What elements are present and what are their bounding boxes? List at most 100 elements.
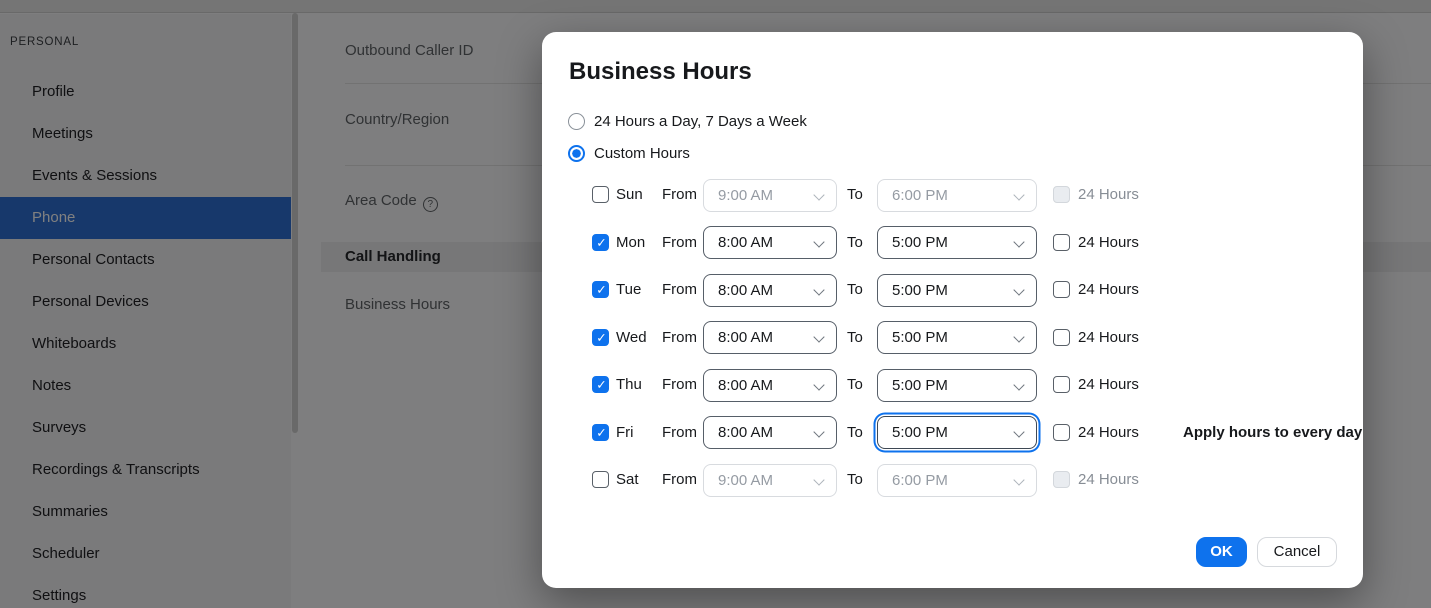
chevron-down-icon [1013, 331, 1024, 342]
wed-24-hours-label: 24 Hours [1078, 321, 1139, 355]
thu-24-hours-label: 24 Hours [1078, 368, 1139, 402]
tue-from-time-select[interactable]: 8:00 AM [703, 274, 837, 307]
apply-hours-to-every-day-link[interactable]: Apply hours to every day [1183, 416, 1362, 450]
mon-24-hours-label: 24 Hours [1078, 226, 1139, 260]
sidebar-item-meetings[interactable]: Meetings [0, 113, 291, 155]
fri-day-label: Fri [616, 416, 634, 450]
sidebar-item-whiteboards[interactable]: Whiteboards [0, 323, 291, 365]
radio-label-24-7[interactable]: 24 Hours a Day, 7 Days a Week [594, 113, 807, 130]
app-root: PERSONAL ProfileMeetingsEvents & Session… [0, 0, 1431, 608]
radio-option-24-7[interactable]: 24 Hours a Day, 7 Days a Week [568, 112, 807, 130]
check-icon: ✓ [595, 424, 609, 441]
mon-24-hours-checkbox[interactable] [1053, 234, 1070, 251]
check-icon: ✓ [595, 281, 609, 298]
chevron-down-icon [813, 284, 824, 295]
sidebar-item-profile[interactable]: Profile [0, 71, 291, 113]
tue-day-label: Tue [616, 273, 641, 307]
from-label: From [662, 226, 697, 260]
tue-day-checkbox[interactable]: ✓ [592, 281, 609, 298]
sun-from-time-select: 9:00 AM [703, 179, 837, 212]
wed-24-hours-checkbox[interactable] [1053, 329, 1070, 346]
sidebar-item-personal-contacts[interactable]: Personal Contacts [0, 239, 291, 281]
area-code-label: Area Code [345, 192, 417, 209]
check-icon: ✓ [595, 234, 609, 251]
thu-day-checkbox[interactable]: ✓ [592, 376, 609, 393]
ok-button[interactable]: OK [1196, 537, 1247, 567]
chevron-down-icon [1013, 426, 1024, 437]
chevron-down-icon [1013, 474, 1024, 485]
sat-day-label: Sat [616, 463, 639, 497]
fri-to-time-select[interactable]: 5:00 PM [877, 416, 1037, 449]
fri-from-time-select[interactable]: 8:00 AM [703, 416, 837, 449]
page-top-bar [0, 0, 1431, 13]
chevron-down-icon [813, 236, 824, 247]
chevron-down-icon [1013, 284, 1024, 295]
mon-day-checkbox[interactable]: ✓ [592, 234, 609, 251]
setting-row-country-region: Country/Region [345, 111, 449, 128]
wed-day-checkbox[interactable]: ✓ [592, 329, 609, 346]
day-row-thu: ✓ Thu From8:00 AM To 5:00 PM 24 Hours [542, 368, 1363, 402]
from-label: From [662, 178, 697, 212]
dialog-title: Business Hours [569, 58, 752, 86]
sun-24-hours-label: 24 Hours [1078, 178, 1139, 212]
to-label: To [847, 463, 863, 497]
from-label: From [662, 416, 697, 450]
mon-from-time-select[interactable]: 8:00 AM [703, 226, 837, 259]
radio-button-custom-hours[interactable] [568, 145, 585, 162]
chevron-down-icon [1013, 189, 1024, 200]
wed-from-time-select[interactable]: 8:00 AM [703, 321, 837, 354]
cancel-button[interactable]: Cancel [1257, 537, 1337, 567]
tue-24-hours-label: 24 Hours [1078, 273, 1139, 307]
to-label: To [847, 368, 863, 402]
sidebar-item-scheduler[interactable]: Scheduler [0, 533, 291, 575]
day-row-mon: ✓MonFrom8:00 AMTo5:00 PM24 Hours [542, 226, 1363, 260]
setting-row-area-code: Area Code? [345, 192, 438, 212]
sidebar-item-notes[interactable]: Notes [0, 365, 291, 407]
chevron-down-icon [813, 331, 824, 342]
to-label: To [847, 273, 863, 307]
sun-day-label: Sun [616, 178, 643, 212]
check-icon: ✓ [595, 376, 609, 393]
fri-24-hours-label: 24 Hours [1078, 416, 1139, 450]
wed-to-time-select[interactable]: 5:00 PM [877, 321, 1037, 354]
day-row-fri: ✓ Fri From8:00 AM To 5:00 PM 24 Hours Apply ho… [542, 416, 1363, 450]
fri-24-hours-checkbox[interactable] [1053, 424, 1070, 441]
from-label: From [662, 463, 697, 497]
sidebar-item-settings[interactable]: Settings [0, 575, 291, 608]
thu-from-time-select[interactable]: 8:00 AM [703, 369, 837, 402]
radio-label-custom-hours[interactable]: Custom Hours [594, 145, 690, 162]
sidebar-item-events-sessions[interactable]: Events & Sessions [0, 155, 291, 197]
radio-button-24-7[interactable] [568, 113, 585, 130]
thu-24-hours-checkbox[interactable] [1053, 376, 1070, 393]
chevron-down-icon [1013, 379, 1024, 390]
chevron-down-icon [813, 379, 824, 390]
thu-to-time-select[interactable]: 5:00 PM [877, 369, 1037, 402]
sidebar-item-surveys[interactable]: Surveys [0, 407, 291, 449]
day-row-tue: ✓ Tue From8:00 AM To 5:00 PM 24 Hours [542, 273, 1363, 307]
sidebar-item-recordings-transcripts[interactable]: Recordings & Transcripts [0, 449, 291, 491]
tue-24-hours-checkbox[interactable] [1053, 281, 1070, 298]
from-label: From [662, 273, 697, 307]
sun-day-checkbox[interactable] [592, 186, 609, 203]
mon-day-label: Mon [616, 226, 645, 260]
sat-day-checkbox[interactable] [592, 471, 609, 488]
chevron-down-icon [813, 474, 824, 485]
mon-to-time-select[interactable]: 5:00 PM [877, 226, 1037, 259]
day-row-sat: SatFrom9:00 AMTo6:00 PM24 Hours [542, 463, 1363, 497]
radio-option-custom-hours[interactable]: Custom Hours [568, 144, 690, 162]
sidebar-item-summaries[interactable]: Summaries [0, 491, 291, 533]
fri-day-checkbox[interactable]: ✓ [592, 424, 609, 441]
tue-to-time-select[interactable]: 5:00 PM [877, 274, 1037, 307]
sat-24-hours-label: 24 Hours [1078, 463, 1139, 497]
sidebar-item-personal-devices[interactable]: Personal Devices [0, 281, 291, 323]
thu-day-label: Thu [616, 368, 642, 402]
sidebar-scrollbar-thumb[interactable] [292, 13, 298, 433]
day-row-sun: SunFrom9:00 AMTo6:00 PM24 Hours [542, 178, 1363, 212]
sun-24-hours-checkbox [1053, 186, 1070, 203]
sat-24-hours-checkbox [1053, 471, 1070, 488]
to-label: To [847, 416, 863, 450]
sidebar-item-phone[interactable]: Phone [0, 197, 291, 239]
from-label: From [662, 368, 697, 402]
sidebar: PERSONAL ProfileMeetingsEvents & Session… [0, 14, 291, 608]
call-handling-label: Call Handling [345, 242, 441, 272]
